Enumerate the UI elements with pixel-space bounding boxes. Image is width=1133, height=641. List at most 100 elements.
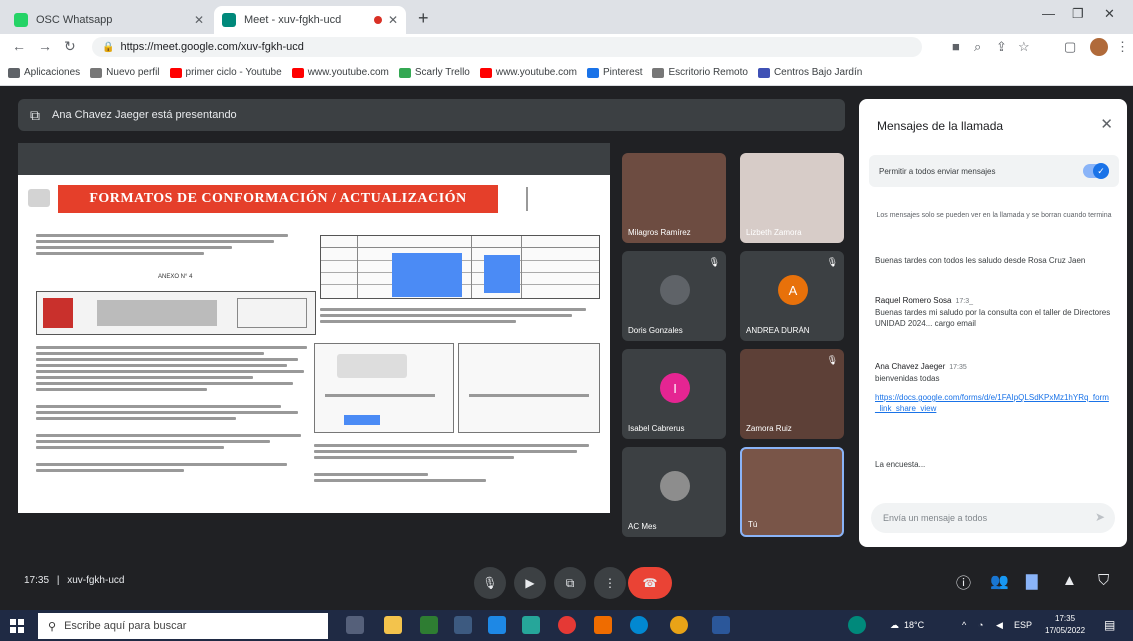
people-icon[interactable]: 👥 — [990, 572, 1009, 590]
bookmark-icon — [757, 67, 770, 78]
app-icon[interactable] — [594, 616, 612, 634]
info-icon[interactable]: ⓘ — [956, 572, 971, 593]
toggle-label: Permitir a todos enviar mensajes — [879, 166, 996, 176]
bookmark-item[interactable]: primer ciclo - Youtube — [169, 67, 282, 78]
host-controls-icon[interactable]: ⛉ — [1098, 572, 1109, 589]
task-view-icon[interactable] — [346, 616, 364, 634]
minimize-icon[interactable]: — — [1042, 6, 1055, 21]
app-icon[interactable] — [420, 616, 438, 634]
chat-input[interactable]: Envía un mensaje a todos ➤ — [871, 503, 1115, 533]
bookmark-item[interactable]: www.youtube.com — [479, 67, 577, 78]
message-text: La encuesta... — [875, 460, 926, 469]
reload-icon[interactable]: ↻ — [64, 38, 76, 55]
maximize-icon[interactable]: ❐ — [1072, 6, 1084, 22]
dropbox-icon[interactable] — [488, 616, 506, 634]
bookmark-item[interactable]: Escritorio Remoto — [652, 67, 748, 78]
recording-icon — [373, 16, 382, 24]
bookmark-icon — [398, 67, 411, 78]
participant-tile-self[interactable]: Tú — [740, 447, 844, 537]
participant-tile[interactable]: 🎙︎ Zamora Ruiz — [740, 349, 844, 439]
mic-button[interactable]: 🎙︎ — [474, 567, 506, 599]
camera-button[interactable]: ▶ — [514, 567, 546, 599]
opera-icon[interactable] — [558, 616, 576, 634]
close-icon[interactable]: ✕ — [388, 13, 398, 27]
bookmark-item[interactable]: Centros Bajo Jardín — [757, 67, 862, 78]
signature-box-left — [314, 343, 454, 433]
chat-message: Ana Chavez Jaeger 17:35 bienvenidas todas… — [875, 361, 1111, 414]
participant-tile[interactable]: Lizbeth Zamora — [740, 153, 844, 243]
word-icon[interactable] — [712, 616, 730, 634]
participant-tile[interactable]: 🎙︎ Doris Gonzales — [622, 251, 726, 341]
app-icon[interactable] — [454, 616, 472, 634]
app-icon[interactable] — [848, 616, 866, 634]
redaction-block — [484, 255, 520, 293]
mic-off-icon: 🎙︎ — [826, 257, 838, 267]
address-bar[interactable]: 🔒 https://meet.google.com/xuv-fgkh-ucd — [92, 37, 922, 57]
participant-name: ANDREA DURÁN — [746, 326, 810, 335]
chat-icon[interactable]: ▇ — [1026, 572, 1038, 590]
chat-notice: Los mensajes solo se pueden ver en la ll… — [876, 212, 1112, 219]
search-icon: ⚲ — [48, 620, 57, 633]
chat-message: Raquel Romero Sosa 17:3_ Buenas tardes mi… — [875, 295, 1111, 329]
annex-label: ANEXO N° 4 — [158, 274, 193, 280]
message-link[interactable]: https://docs.google.com/forms/d/e/1FAIpQ… — [875, 392, 1111, 414]
tab-meet[interactable]: Meet - xuv-fgkh-ucd ✕ — [214, 6, 406, 34]
partner-logo — [526, 187, 590, 211]
hangup-icon: ☎ — [642, 576, 658, 590]
tab-search-icon[interactable]: ▢ — [1064, 39, 1076, 55]
edge-icon[interactable] — [630, 616, 648, 634]
zoom-icon[interactable]: ⌕ — [974, 39, 981, 55]
send-icon[interactable]: ➤ — [1095, 510, 1105, 524]
activities-icon[interactable]: ▲ — [1062, 572, 1077, 589]
bookmark-item[interactable]: www.youtube.com — [291, 67, 389, 78]
whatsapp-icon — [14, 13, 28, 27]
more-options-button[interactable]: ⋮ — [594, 567, 626, 599]
avatar — [660, 471, 690, 501]
leave-call-button[interactable]: ☎ — [628, 567, 672, 599]
bookmark-item[interactable]: Scarly Trello — [398, 67, 470, 78]
volume-icon[interactable]: ◀ — [996, 620, 1003, 631]
bookmark-item[interactable]: Aplicaciones — [8, 67, 80, 78]
signature-box-right — [458, 343, 600, 433]
app-icon[interactable] — [522, 616, 540, 634]
camera-icon[interactable]: ■ — [952, 39, 960, 54]
ministry-logo — [28, 189, 50, 207]
star-icon[interactable]: ☆ — [1018, 39, 1030, 55]
forward-icon[interactable]: → — [38, 38, 52, 54]
present-icon: ⧉ — [30, 106, 40, 123]
language-indicator[interactable]: ESP — [1014, 620, 1032, 630]
more-icon: ⋮ — [604, 576, 616, 590]
tray-chevron-icon[interactable]: ^ — [962, 620, 966, 630]
bookmark-item[interactable]: Pinterest — [587, 67, 642, 78]
share-icon[interactable]: ⇪ — [996, 39, 1007, 55]
taskbar-clock[interactable]: 17:35 17/05/2022 — [1045, 613, 1085, 637]
participant-tile[interactable]: Milagros Ramírez — [622, 153, 726, 243]
allow-messages-toggle[interactable]: ✓ — [1083, 163, 1109, 179]
chrome-icon[interactable] — [670, 616, 688, 634]
windows-taskbar: ⚲ Escribe aquí para buscar ☁ 18°C ^ ◔ ◀ … — [0, 610, 1133, 641]
taskbar-search[interactable]: ⚲ Escribe aquí para buscar — [38, 613, 328, 639]
back-icon[interactable]: ← — [12, 38, 26, 54]
new-tab-button[interactable]: + — [418, 8, 429, 29]
document-body-right — [320, 305, 600, 335]
windows-start-icon[interactable] — [10, 619, 24, 633]
weather-icon[interactable]: ☁ — [890, 620, 899, 631]
participant-tile[interactable]: I Isabel Cabrerus — [622, 349, 726, 439]
chat-message: La encuesta... — [875, 459, 1111, 470]
participant-tile[interactable]: 🎙︎ A ANDREA DURÁN — [740, 251, 844, 341]
meeting-code: xuv-fgkh-ucd — [67, 575, 125, 586]
close-icon[interactable]: ✕ — [1100, 115, 1113, 133]
menu-icon[interactable]: ⋮ — [1116, 39, 1129, 55]
notifications-icon[interactable]: ▤ — [1104, 618, 1115, 632]
network-icon[interactable]: ◔ — [978, 620, 983, 630]
tab-title: Meet - xuv-fgkh-ucd — [244, 14, 342, 26]
present-button[interactable]: ⧉ — [554, 567, 586, 599]
close-icon[interactable]: ✕ — [194, 13, 204, 27]
avatar[interactable] — [1090, 38, 1108, 56]
bookmark-item[interactable]: Nuevo perfil — [90, 67, 160, 78]
explorer-icon[interactable] — [384, 616, 402, 634]
close-window-icon[interactable]: ✕ — [1104, 6, 1115, 22]
tab-whatsapp[interactable]: OSC Whatsapp ✕ — [6, 6, 212, 34]
url-text: https://meet.google.com/xuv-fgkh-ucd — [120, 41, 304, 53]
participant-tile[interactable]: AC Mes — [622, 447, 726, 537]
